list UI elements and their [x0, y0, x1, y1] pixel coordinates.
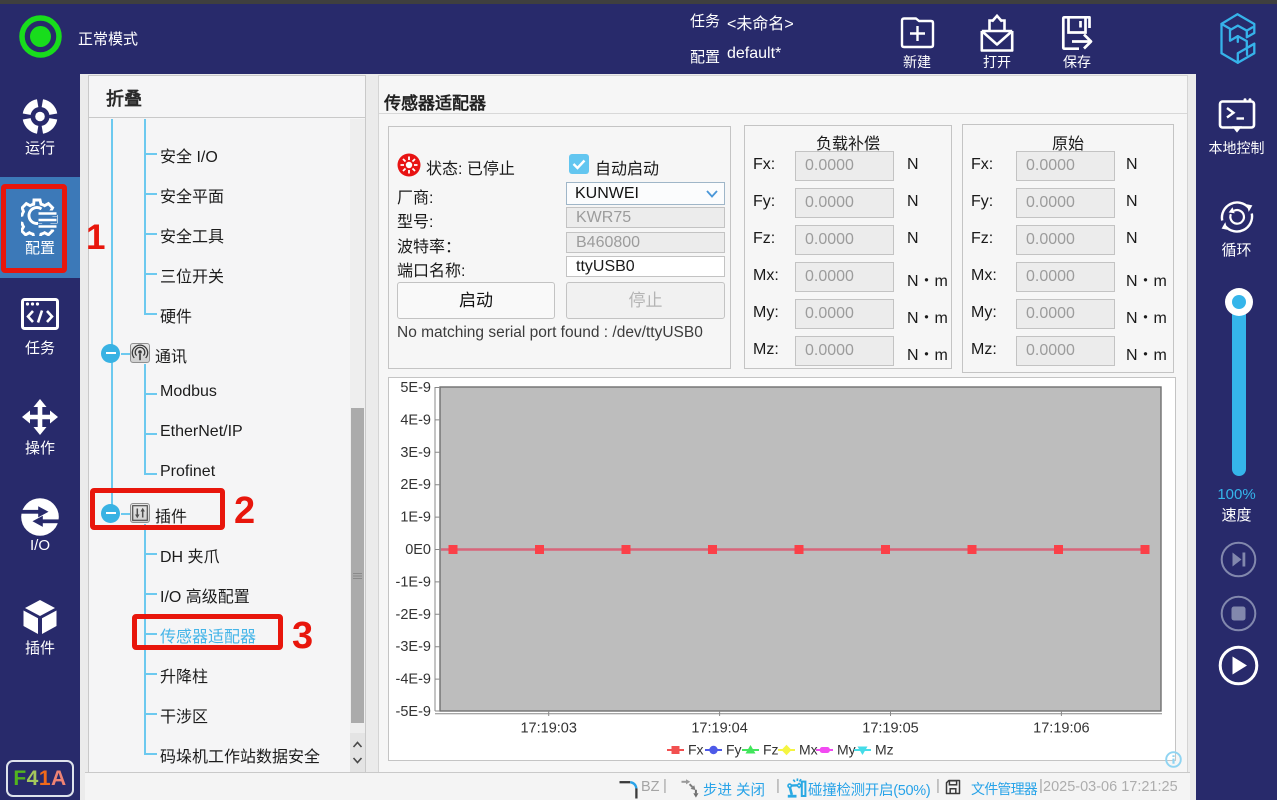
svg-text:3E-9: 3E-9 [400, 445, 431, 461]
svg-text:-4E-9: -4E-9 [396, 672, 431, 688]
svg-text:-1E-9: -1E-9 [396, 574, 431, 590]
svg-text:Fx: Fx [688, 742, 704, 758]
svg-text:Fy: Fy [726, 742, 742, 758]
svg-text:2E-9: 2E-9 [400, 477, 431, 493]
svg-text:Mx: Mx [799, 742, 818, 758]
svg-text:Fz: Fz [763, 742, 779, 758]
svg-text:Mz: Mz [875, 742, 894, 758]
svg-text:-2E-9: -2E-9 [396, 607, 431, 623]
svg-text:4E-9: 4E-9 [400, 412, 431, 428]
svg-text:17:19:04: 17:19:04 [691, 721, 747, 737]
svg-text:-5E-9: -5E-9 [396, 704, 431, 720]
svg-text:1E-9: 1E-9 [400, 510, 431, 526]
svg-text:5E-9: 5E-9 [400, 380, 431, 396]
svg-text:My: My [837, 742, 856, 758]
svg-text:17:19:06: 17:19:06 [1033, 721, 1089, 737]
svg-text:17:19:05: 17:19:05 [862, 721, 918, 737]
svg-text:-3E-9: -3E-9 [396, 639, 431, 655]
svg-text:0E0: 0E0 [405, 542, 431, 558]
svg-text:17:19:03: 17:19:03 [520, 721, 576, 737]
